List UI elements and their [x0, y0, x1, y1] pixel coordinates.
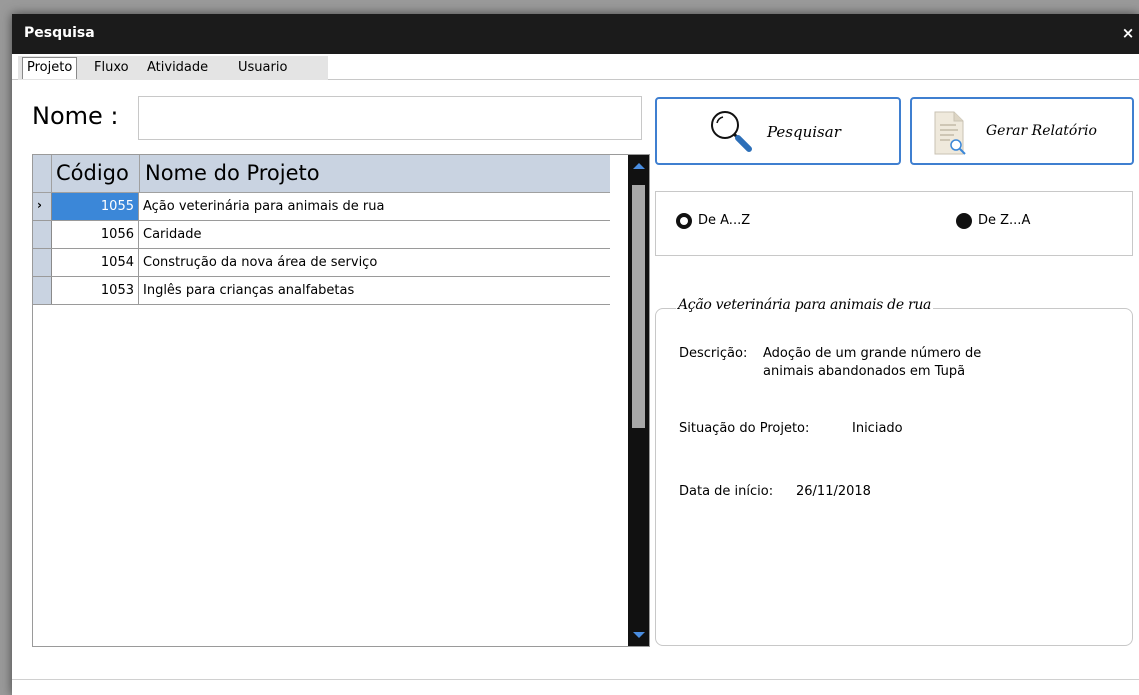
status-value: Iniciado — [852, 421, 903, 436]
cell-code[interactable]: 1056 — [52, 221, 139, 248]
scroll-up-icon[interactable] — [633, 163, 645, 169]
radio-checked-icon — [676, 213, 692, 229]
search-window: Pesquisa × Projeto Fluxo Atividade Usuar… — [12, 14, 1139, 695]
header-indicator-cell — [33, 155, 52, 193]
search-button-label: Pesquisar — [767, 123, 841, 141]
close-icon[interactable]: × — [1117, 22, 1139, 44]
project-details-title: Ação veterinária para animais de rua — [676, 297, 934, 313]
sort-asc-label: De A...Z — [698, 213, 751, 228]
name-label: Nome : — [32, 102, 119, 130]
column-header-name[interactable]: Nome do Projeto — [145, 161, 320, 185]
window-title: Pesquisa — [24, 25, 95, 41]
cell-name[interactable]: Inglês para crianças analfabetas — [143, 277, 354, 304]
cell-code[interactable]: 1055 — [52, 193, 139, 220]
column-header-code[interactable]: Código — [56, 161, 129, 185]
sort-desc-label: De Z...A — [978, 213, 1031, 228]
table-row[interactable]: 1054 Construção da nova área de serviço — [33, 249, 610, 277]
row-indicator: › — [33, 193, 52, 220]
magnifier-icon — [711, 111, 752, 152]
row-pointer-icon: › — [37, 198, 42, 212]
start-date-value: 26/11/2018 — [796, 484, 871, 499]
description-label: Descrição: — [679, 346, 748, 361]
tab-fluxo[interactable]: Fluxo — [90, 58, 133, 80]
vertical-scrollbar[interactable] — [628, 155, 649, 646]
description-line-2: animais abandonados em Tupã — [763, 364, 966, 379]
cell-name[interactable]: Construção da nova área de serviço — [143, 249, 377, 276]
table-row[interactable]: › 1055 Ação veterinária para animais de … — [33, 193, 610, 221]
description-line-1: Adoção de um grande número de — [763, 346, 982, 361]
sort-options: De A...Z De Z...A — [655, 191, 1133, 256]
sort-desc-radio[interactable]: De Z...A — [956, 211, 1066, 231]
cell-code[interactable]: 1054 — [52, 249, 139, 276]
cell-code[interactable]: 1053 — [52, 277, 139, 304]
row-indicator — [33, 277, 52, 304]
name-input[interactable] — [138, 96, 642, 140]
header-divider — [139, 155, 140, 193]
row-indicator — [33, 221, 52, 248]
tab-usuario[interactable]: Usuario — [234, 58, 291, 80]
report-document-icon — [934, 111, 966, 155]
start-date-label: Data de início: — [679, 484, 774, 499]
scroll-thumb[interactable] — [632, 185, 645, 428]
cell-name[interactable]: Caridade — [143, 221, 201, 248]
tab-atividade[interactable]: Atividade — [143, 58, 212, 80]
radio-unchecked-icon — [956, 213, 972, 229]
projects-grid: Código Nome do Projeto › 1055 Ação veter… — [32, 154, 650, 647]
search-button[interactable]: Pesquisar — [655, 97, 901, 165]
grid-header: Código Nome do Projeto — [33, 155, 610, 193]
table-row[interactable]: 1053 Inglês para crianças analfabetas — [33, 277, 610, 305]
tab-projeto[interactable]: Projeto — [22, 57, 78, 79]
left-edge — [12, 54, 15, 695]
tab-strip: Projeto Fluxo Atividade Usuario — [12, 56, 1139, 80]
cell-name[interactable]: Ação veterinária para animais de rua — [143, 193, 384, 220]
bottom-divider — [12, 679, 1139, 680]
table-row[interactable]: 1056 Caridade — [33, 221, 610, 249]
scroll-down-icon[interactable] — [633, 632, 645, 638]
row-indicator — [33, 249, 52, 276]
title-bar[interactable]: Pesquisa × — [12, 14, 1139, 54]
sort-asc-radio[interactable]: De A...Z — [676, 211, 786, 231]
generate-report-button[interactable]: Gerar Relatório — [910, 97, 1134, 165]
status-label: Situação do Projeto: — [679, 421, 810, 436]
generate-report-label: Gerar Relatório — [986, 123, 1097, 139]
